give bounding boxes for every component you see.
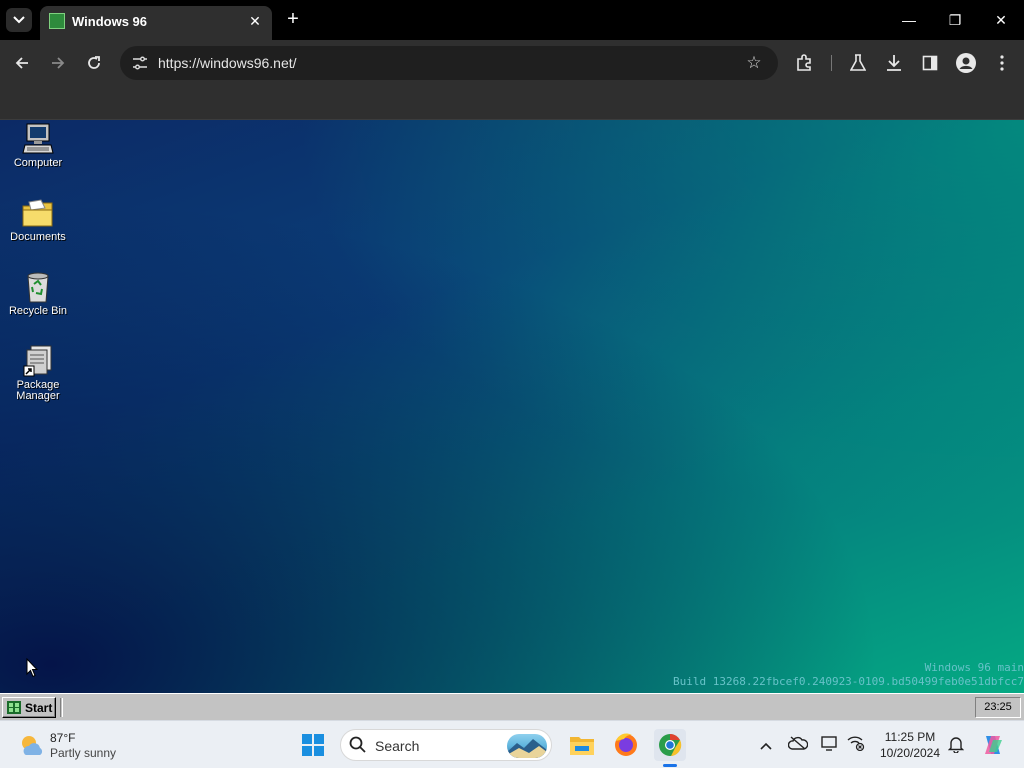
desktop-icon-computer[interactable]: Computer [4, 122, 72, 169]
search-icon [349, 736, 366, 753]
forward-button[interactable] [46, 51, 70, 75]
active-app-indicator [663, 764, 677, 767]
bookmark-star-icon[interactable]: ☆ [742, 51, 766, 75]
onedrive-icon [787, 736, 809, 750]
win96-desktop[interactable]: Computer Documents Recycle Bin Package M… [0, 120, 1024, 693]
onedrive-tray[interactable] [787, 735, 809, 755]
computer-icon [21, 122, 55, 156]
arrow-right-icon [52, 57, 65, 69]
weather-widget[interactable]: 87°F Partly sunny [18, 731, 148, 761]
start-label: Start [25, 701, 53, 715]
desktop-icon-label: Documents [10, 231, 66, 243]
win96-clock[interactable]: 23:25 [975, 697, 1021, 718]
downloads-button[interactable] [882, 51, 906, 75]
arrow-left-icon [15, 57, 28, 69]
notification-bell-icon [947, 737, 965, 754]
system-time: 11:25 PM [884, 730, 936, 744]
copilot-tray[interactable] [980, 732, 1006, 758]
desktop-icon-label: Package Manager [16, 379, 60, 402]
browser-toolbar: https://windows96.net/ ☆ [0, 40, 1024, 86]
url-text: https://windows96.net/ [158, 55, 297, 71]
taskbar-chrome[interactable] [654, 729, 686, 767]
profile-button[interactable] [954, 51, 978, 75]
side-panel-icon [922, 55, 938, 71]
restore-button[interactable]: ❐ [940, 8, 970, 32]
bookmarks-bar [0, 86, 1024, 120]
mouse-cursor-icon [26, 658, 38, 678]
taskbar-grip [60, 698, 63, 717]
desktop-icon-recycle-bin[interactable]: Recycle Bin [4, 270, 72, 317]
browser-tab-strip: Windows 96 ✕ + — ❐ ✕ [0, 0, 1024, 40]
address-bar[interactable]: https://windows96.net/ ☆ [120, 46, 778, 80]
recycle-bin-icon [21, 270, 55, 304]
win96-logo-icon [7, 701, 21, 714]
flask-icon [849, 54, 867, 71]
display-tray[interactable] [820, 735, 840, 755]
chrome-icon [659, 733, 682, 756]
menu-button[interactable] [990, 51, 1014, 75]
system-clock[interactable]: 11:25 PM 10/20/2024 [876, 729, 944, 761]
desktop-icon-label: Computer [13, 157, 63, 169]
weather-condition: Partly sunny [50, 746, 117, 760]
build-watermark: Windows 96 main Build 13268.22fbcef0.240… [673, 661, 1024, 689]
taskbar-search[interactable]: Search [340, 729, 552, 761]
partly-sunny-icon [22, 736, 43, 755]
desktop-icon-package-manager[interactable]: Package Manager [4, 344, 72, 402]
back-button[interactable] [10, 51, 34, 75]
puzzle-icon [797, 54, 811, 71]
package-manager-icon [21, 344, 55, 378]
close-tab-icon[interactable]: ✕ [246, 12, 264, 30]
windows-start-icon[interactable] [302, 734, 324, 756]
toolbar-divider [831, 55, 832, 71]
display-icon [821, 736, 837, 751]
notifications-tray[interactable] [946, 735, 966, 755]
desktop-icon-documents[interactable]: Documents [4, 196, 72, 243]
folder-icon [21, 196, 55, 230]
labs-button[interactable] [846, 51, 870, 75]
taskbar-file-explorer[interactable] [566, 729, 598, 761]
profile-avatar-icon [956, 53, 976, 73]
build-line-1: Windows 96 main [924, 661, 1024, 674]
more-vertical-icon [1000, 55, 1004, 71]
taskbar-firefox[interactable] [610, 729, 642, 761]
reload-button[interactable] [82, 51, 106, 75]
download-icon [887, 55, 901, 71]
network-icon [847, 736, 865, 752]
system-date: 10/20/2024 [879, 746, 941, 760]
side-panel-button[interactable] [918, 51, 942, 75]
search-placeholder: Search [375, 738, 420, 754]
build-line-2: Build 13268.22fbcef0.240923-0109.bd50499… [673, 675, 1024, 688]
file-explorer-icon [570, 737, 594, 755]
chevron-up-icon [760, 742, 772, 750]
windows96-favicon-icon [49, 13, 65, 29]
tab-title: Windows 96 [72, 14, 148, 29]
reload-icon [88, 56, 100, 69]
new-tab-button[interactable]: + [282, 9, 304, 31]
desktop-icon-label: Recycle Bin [8, 305, 68, 317]
tab-search-button[interactable] [6, 8, 32, 32]
win11-taskbar: 87°F Partly sunny Search 11:25 PM 10/20/… [0, 720, 1024, 768]
minimize-button[interactable]: — [894, 8, 924, 32]
copilot-icon [985, 736, 1002, 754]
network-tray[interactable] [846, 735, 866, 755]
chevron-down-icon [13, 16, 25, 24]
browser-tab[interactable]: Windows 96 ✕ [40, 6, 272, 40]
firefox-icon [615, 733, 637, 756]
win96-taskbar: Start 23:25 [0, 693, 1024, 720]
search-highlight-image [507, 734, 547, 758]
show-hidden-icons-button[interactable] [756, 735, 776, 755]
weather-temp: 87°F [50, 731, 76, 745]
win96-start-button[interactable]: Start [2, 697, 56, 718]
close-window-button[interactable]: ✕ [986, 8, 1016, 32]
site-info-icon[interactable] [128, 51, 152, 75]
extensions-button[interactable] [792, 51, 816, 75]
